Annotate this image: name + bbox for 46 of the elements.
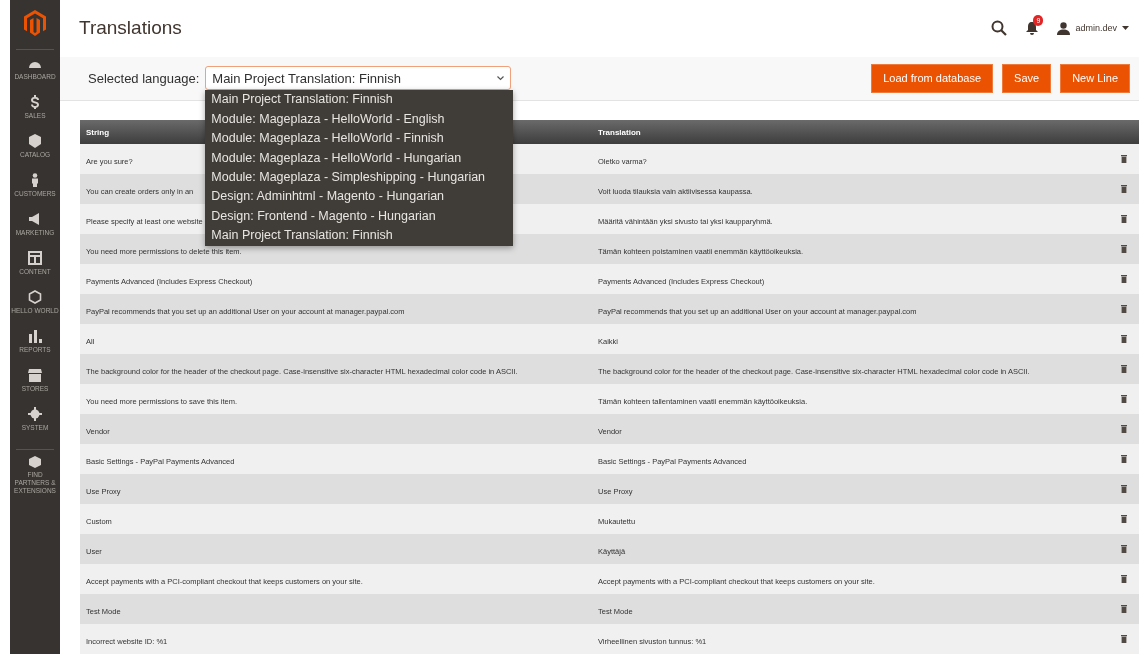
language-select[interactable]: Main Project Translation: Finnish <box>205 66 512 91</box>
trash-icon[interactable] <box>1121 275 1127 283</box>
caret-icon <box>1122 26 1129 31</box>
page-title: Translations <box>79 17 183 40</box>
dropdown-option[interactable]: Module: Mageplaza - Simpleshipping - Hungarian <box>205 167 514 188</box>
trash-icon[interactable] <box>1121 365 1127 373</box>
column-header: Translation <box>597 127 642 137</box>
dropdown-option[interactable]: Design: Frontend - Magento - Hungarian <box>205 206 514 227</box>
bell-icon[interactable] <box>1025 21 1040 36</box>
trash-icon[interactable] <box>1121 575 1127 583</box>
column-header: String <box>85 127 111 137</box>
action-button[interactable]: Save <box>1002 63 1052 93</box>
action-button[interactable]: Load from database <box>871 63 994 93</box>
trash-icon[interactable] <box>1121 335 1127 343</box>
dropdown-option[interactable]: Module: Mageplaza - HelloWorld - Hungarian <box>205 148 514 168</box>
trash-icon[interactable] <box>1121 545 1127 553</box>
trash-icon[interactable] <box>1121 395 1127 403</box>
storefront-icon <box>28 368 42 382</box>
trash-icon[interactable] <box>1121 245 1127 253</box>
dropdown-option[interactable]: Main Project Translation: Finnish <box>205 90 514 110</box>
action-button[interactable]: New Line <box>1060 63 1130 93</box>
trash-icon[interactable] <box>1121 185 1127 193</box>
logo-icon <box>24 10 46 36</box>
dropdown-option[interactable]: Module: Mageplaza - HelloWorld - English <box>205 109 514 130</box>
trash-icon[interactable] <box>1121 425 1127 433</box>
layout-icon <box>28 251 42 265</box>
trash-icon[interactable] <box>1121 515 1127 523</box>
dollar-icon <box>28 95 42 109</box>
trash-icon[interactable] <box>1121 485 1127 493</box>
trash-icon[interactable] <box>1121 455 1127 463</box>
language-label: Selected language: <box>88 70 200 86</box>
megaphone-icon <box>28 212 42 226</box>
user-menu[interactable]: admin.dev <box>1057 21 1129 35</box>
caret-icon <box>497 75 505 81</box>
trash-icon[interactable] <box>1121 635 1127 643</box>
dropdown-option[interactable]: Design: Adminhtml - Magento - Hungarian <box>205 187 514 207</box>
trash-icon[interactable] <box>1121 215 1127 223</box>
user-icon <box>1057 21 1071 35</box>
hexagon-icon <box>28 290 42 304</box>
dropdown-option[interactable]: Main Project Translation: Finnish <box>205 226 514 246</box>
trash-icon[interactable] <box>1121 305 1127 313</box>
search-icon[interactable] <box>991 20 1008 37</box>
dropdown-option[interactable]: Module: Mageplaza - HelloWorld - Finnish <box>205 129 514 149</box>
trash-icon[interactable] <box>1121 155 1127 163</box>
trash-icon[interactable] <box>1121 605 1127 613</box>
bar-chart-icon <box>28 329 42 343</box>
